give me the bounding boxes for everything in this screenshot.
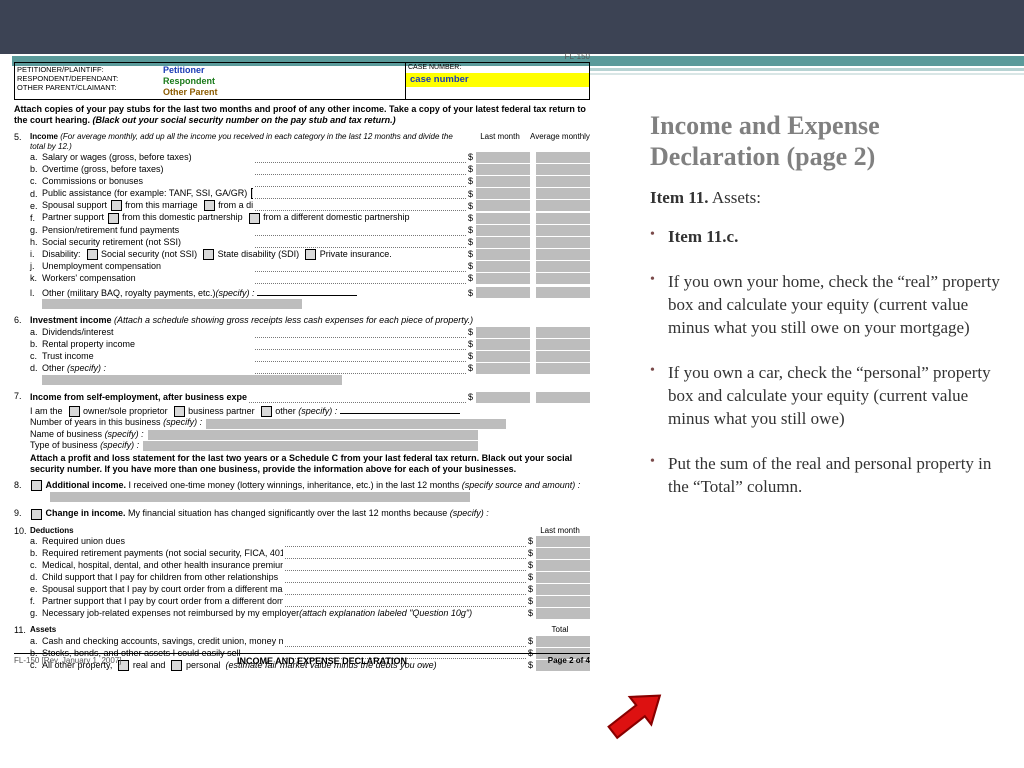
section-8-additional: 8. Additional income. I received one-tim…	[14, 480, 590, 502]
form-footer: FL-150 [Rev. January 1, 2007] INCOME AND…	[14, 653, 590, 667]
case-header: PETITIONER/PLAINTIFF: RESPONDENT/DEFENDA…	[14, 62, 590, 100]
section-6-investment: 6. Investment income (Attach a schedule …	[14, 315, 590, 385]
section-7-selfemp: 7. Income from self-employment, after bu…	[14, 391, 590, 474]
amount-box[interactable]	[536, 152, 590, 163]
bullet-4: Put the sum of the real and personal pro…	[650, 453, 1000, 499]
bullet-1: Item 11.c.	[650, 226, 1000, 249]
slide-top-bar	[0, 0, 1024, 54]
lbl-respondent: RESPONDENT/DEFENDANT:	[17, 74, 159, 83]
section-5-income: 5. Income (For average monthly, add up a…	[14, 132, 590, 309]
form-number: FL-150	[565, 52, 590, 62]
val-respondent: Respondent	[163, 76, 403, 87]
instructions: Attach copies of your pay stubs for the …	[14, 104, 590, 126]
checkbox[interactable]	[251, 188, 253, 199]
lead-line: Item 11. Assets:	[650, 188, 1000, 208]
slide-title: Income and Expense Declaration (page 2)	[650, 110, 1000, 172]
lbl-case: CASE NUMBER:	[406, 63, 589, 73]
section-9-change: 9. Change in income. My financial situat…	[14, 508, 590, 519]
bullet-2: If you own your home, check the “real” p…	[650, 271, 1000, 340]
val-case: case number	[406, 73, 589, 86]
lbl-other: OTHER PARENT/CLAIMANT:	[17, 83, 159, 92]
amount-box[interactable]	[476, 152, 530, 163]
val-other: Other Parent	[163, 87, 403, 98]
red-arrow-icon	[586, 666, 684, 764]
val-petitioner: Petitioner	[163, 65, 403, 76]
lbl-petitioner: PETITIONER/PLAINTIFF:	[17, 65, 159, 74]
slide-text: Income and Expense Declaration (page 2) …	[650, 110, 1000, 521]
section-10-deductions: 10. DeductionsLast month a.Required unio…	[14, 526, 590, 620]
form-fl150: FL-150 PETITIONER/PLAINTIFF: RESPONDENT/…	[14, 62, 590, 671]
bullet-3: If you own a car, check the “personal” p…	[650, 362, 1000, 431]
